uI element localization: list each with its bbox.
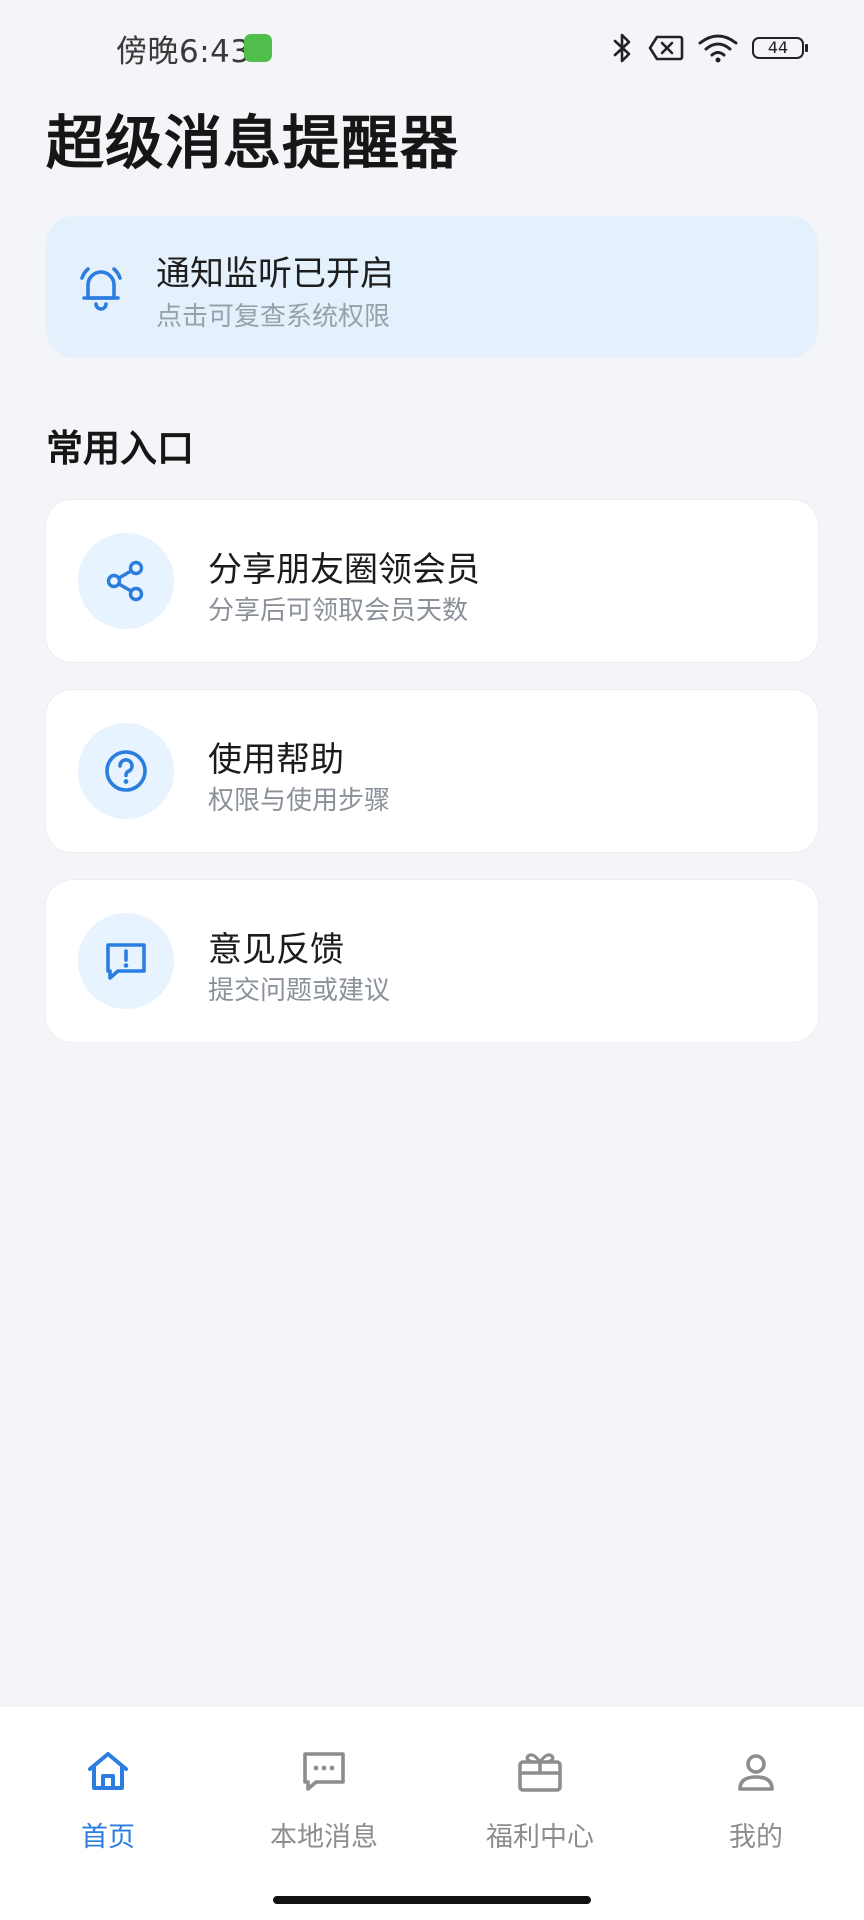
entry-icon-circle: [78, 913, 174, 1009]
nav-label: 我的: [729, 1822, 783, 1853]
entry-share-moments[interactable]: 分享朋友圈领会员 分享后可领取会员天数: [46, 500, 818, 662]
nav-welfare-center[interactable]: 福利中心: [432, 1747, 648, 1857]
bottom-nav: 首页 本地消息 福利中心 我的: [0, 1707, 864, 1920]
nav-profile[interactable]: 我的: [648, 1747, 864, 1857]
entry-title: 使用帮助: [208, 740, 344, 780]
nav-home[interactable]: 首页: [0, 1747, 216, 1857]
bluetooth-icon: [613, 33, 631, 63]
entry-subtitle: 分享后可领取会员天数: [208, 596, 469, 626]
feedback-icon: [106, 943, 146, 980]
entry-subtitle: 提交问题或建议: [208, 976, 391, 1006]
entry-title: 分享朋友圈领会员: [208, 550, 480, 590]
wifi-icon: [698, 34, 738, 63]
bell-icon: [80, 267, 122, 311]
profile-icon: [738, 1754, 774, 1791]
app-notification-icon: [244, 34, 272, 62]
entry-icon-circle: [78, 533, 174, 629]
entry-title: 意见反馈: [208, 930, 344, 970]
share-icon: [106, 560, 144, 602]
battery-indicator: 44: [752, 37, 808, 59]
status-icons: 44: [612, 30, 808, 66]
page-title: 超级消息提醒器: [46, 109, 460, 177]
message-icon: [303, 1752, 345, 1791]
entry-icon-circle: [78, 723, 174, 819]
nav-label: 本地消息: [270, 1822, 378, 1853]
nav-label: 首页: [81, 1822, 135, 1853]
home-indicator: [273, 1896, 591, 1904]
gift-icon: [518, 1753, 562, 1792]
entry-feedback[interactable]: 意见反馈 提交问题或建议: [46, 880, 818, 1042]
status-time: 傍晚6:43: [116, 34, 251, 70]
home-icon: [88, 1752, 128, 1790]
nav-local-messages[interactable]: 本地消息: [216, 1747, 432, 1857]
entry-subtitle: 权限与使用步骤: [208, 786, 391, 816]
section-heading: 常用入口: [46, 427, 194, 470]
help-icon: [105, 750, 147, 792]
entry-help[interactable]: 使用帮助 权限与使用步骤: [46, 690, 818, 852]
no-sim-icon: [648, 35, 684, 61]
notification-status-subtitle: 点击可复查系统权限: [156, 302, 391, 332]
notification-status-title: 通知监听已开启: [156, 254, 394, 294]
nav-label: 福利中心: [486, 1822, 594, 1853]
status-bar: 傍晚6:43 44: [0, 0, 864, 96]
notification-status-card[interactable]: 通知监听已开启 点击可复查系统权限: [46, 216, 818, 358]
